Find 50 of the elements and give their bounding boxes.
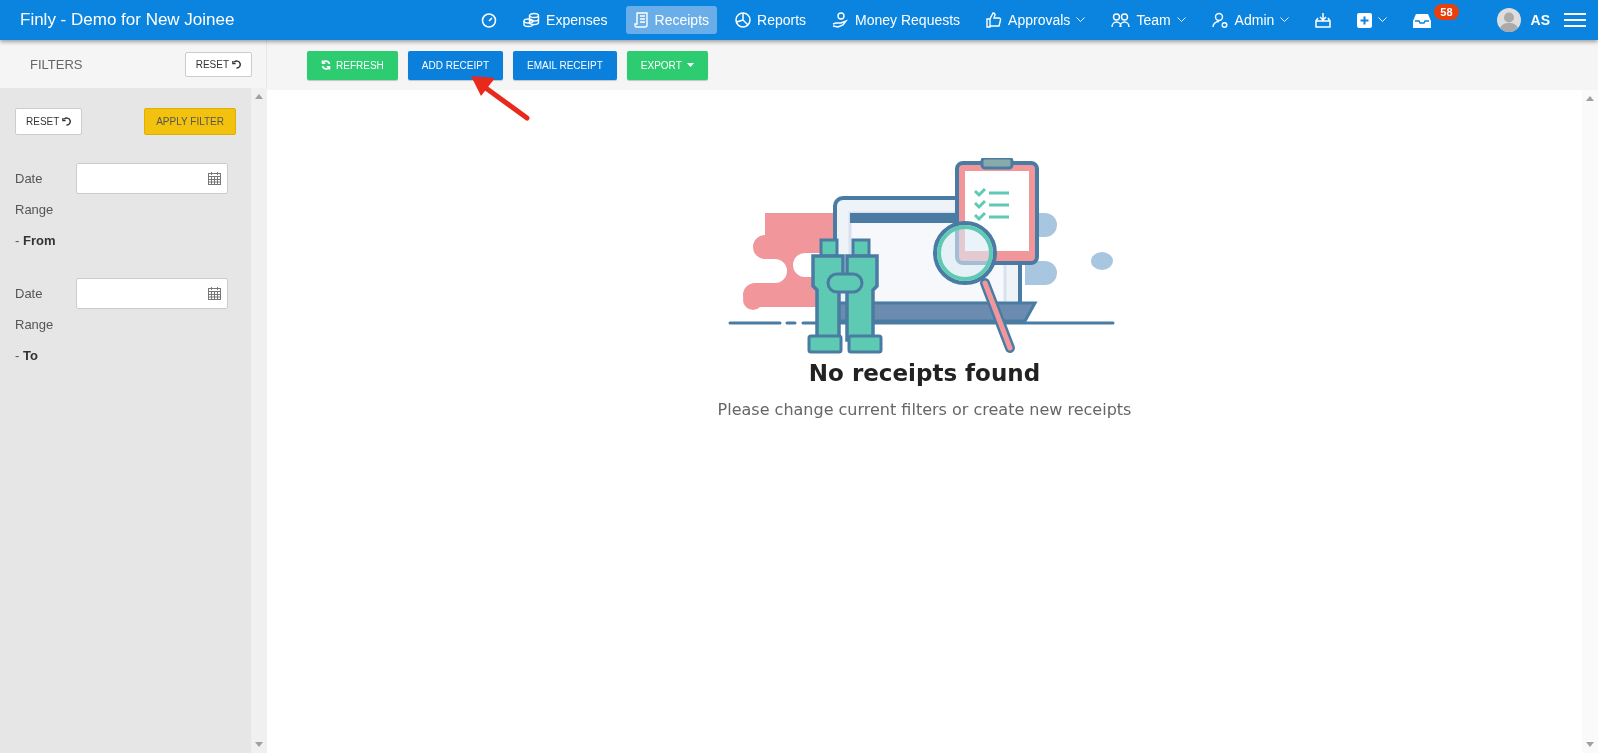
nav-item[interactable]: Admin	[1203, 5, 1298, 35]
app-title[interactable]: Finly - Demo for New Joinee	[20, 10, 235, 30]
menu-icon[interactable]	[1564, 12, 1586, 28]
nav-item[interactable]: Team	[1103, 6, 1194, 34]
chevron-down-icon	[1176, 17, 1186, 23]
chevron-down-icon	[1280, 17, 1290, 23]
date-input-field[interactable]	[76, 278, 228, 309]
receipt-icon	[633, 12, 649, 28]
pie-chart-icon	[735, 12, 751, 28]
undo-icon	[62, 117, 72, 126]
filters-title: FILTERS	[30, 56, 83, 72]
field-label: Date Range - To	[15, 285, 55, 365]
calendar-icon	[208, 172, 221, 185]
reset-button[interactable]: RESET	[15, 108, 83, 135]
nav-item[interactable]: Approvals	[978, 6, 1094, 34]
toolbar-button[interactable]: EMAIL RECEIPT	[513, 50, 617, 80]
nav-item[interactable]: Expenses	[515, 6, 616, 34]
inbox-icon	[1413, 12, 1432, 28]
calendar-icon	[208, 287, 221, 300]
nav-item[interactable]: Money Requests	[824, 6, 969, 34]
avatar-icon[interactable]	[1496, 8, 1521, 32]
annotation-arrow	[469, 74, 531, 122]
field-label: Date Range - From	[15, 170, 57, 250]
user-initials[interactable]: AS	[1530, 12, 1550, 28]
nav-item[interactable]: Reports	[727, 6, 815, 34]
date-input-field[interactable]	[76, 163, 228, 194]
coins-icon	[523, 12, 541, 28]
nav-item[interactable]: Receipts	[625, 6, 717, 34]
user-gear-icon	[1211, 11, 1229, 29]
caret-icon	[686, 63, 694, 67]
notification-count: 58	[1434, 4, 1459, 20]
empty-state-title: No receipts found	[808, 360, 1041, 386]
plus-square-icon	[1357, 12, 1373, 28]
empty-state-message: Please change current filters or create new receipts	[717, 400, 1132, 419]
hand-person-icon	[832, 12, 850, 28]
undo-icon	[232, 59, 241, 69]
apply-filter-button[interactable]: APPLY FILTER	[144, 108, 236, 135]
chevron-down-icon	[1076, 17, 1086, 23]
gauge-icon	[481, 12, 498, 28]
toolbar-button[interactable]: ADD RECEIPT	[407, 50, 504, 80]
scrollbar[interactable]	[1582, 90, 1598, 753]
chevron-down-icon	[1378, 17, 1388, 23]
download-tray-icon	[1315, 12, 1332, 28]
reset-button[interactable]: RESET	[184, 51, 252, 77]
toolbar-button[interactable]: EXPORT	[626, 50, 708, 80]
thumbs-up-icon	[986, 12, 1003, 28]
refresh-icon	[321, 60, 331, 70]
toolbar-button[interactable]: REFRESH	[307, 50, 398, 80]
scrollbar[interactable]	[251, 88, 267, 753]
people-icon	[1111, 12, 1131, 28]
